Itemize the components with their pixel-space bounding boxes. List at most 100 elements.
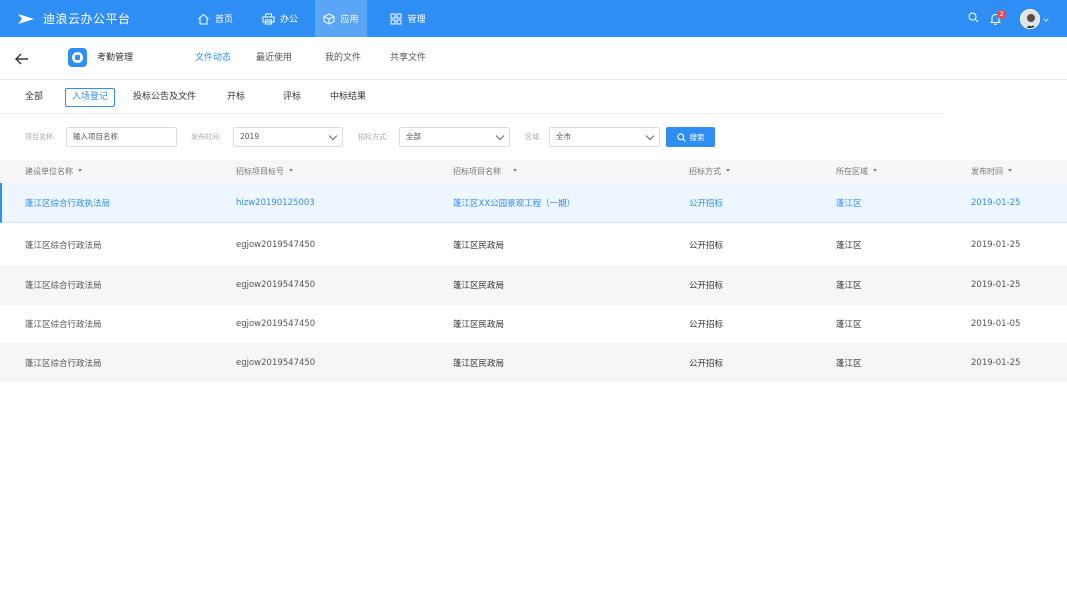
nav-item-manage[interactable]: 管理 (383, 0, 433, 37)
attendance-app-icon (68, 48, 87, 67)
column-header-bid-method[interactable]: 招标方式 (689, 160, 730, 183)
category-tab-bid-evaluation[interactable]: 评标 (283, 88, 301, 107)
brand[interactable]: 迪浪云办公平台 (17, 0, 131, 37)
cell-unit: 蓬江区综合行政执法局 (25, 198, 111, 209)
cell-publish-time: 2019-01-25 (971, 197, 1021, 208)
chevron-down-icon[interactable] (1043, 16, 1049, 22)
tab-shared-files[interactable]: 共享文件 (390, 37, 426, 80)
cell-project-name: 蓬江区民政局 (453, 281, 505, 291)
table-row[interactable]: 蓬江区综合行政法局 egjow2019547450 蓬江区民政局 公开招标 蓬江… (0, 305, 1067, 343)
chevron-down-icon (645, 131, 655, 141)
cell-unit: 蓬江区综合行政法局 (25, 320, 102, 330)
cell-publish-time: 2019-01-25 (971, 239, 1021, 250)
cell-region: 蓬江区 (836, 240, 862, 251)
cell-region: 蓬江区 (836, 358, 862, 369)
nav-item-label: 办公 (279, 15, 298, 25)
cell-unit: 蓬江区综合行政法局 (25, 240, 102, 251)
column-header-region[interactable]: 所在区域 (836, 160, 877, 183)
publish-time-value: 2019 (240, 132, 260, 141)
back-arrow-icon[interactable] (14, 51, 30, 67)
category-tabs: 全部 入场登记 投标公告及文件 开标 评标 中标结果 (0, 80, 942, 114)
cell-project-name: 蓬江区民政局 (453, 358, 505, 369)
project-name-label: 项目名称: (25, 133, 56, 141)
nav-item-home[interactable]: 首页 (190, 0, 240, 37)
tab-recent[interactable]: 最近使用 (256, 37, 292, 80)
cell-project-name: 蓬江区民政局 (453, 320, 505, 330)
publish-time-label: 发布时间: (191, 133, 222, 141)
cell-bid-method: 公开招标 (689, 281, 724, 291)
cell-region: 蓬江区 (836, 281, 862, 291)
cell-region: 蓬江区 (836, 198, 862, 209)
cell-project-no: egjow2019547450 (236, 239, 316, 250)
app-header: 考勤管理 文件动态 最近使用 我的文件 共享文件 (0, 37, 1067, 80)
bid-method-select[interactable]: 全部 (399, 127, 510, 147)
sort-caret-icon (1008, 169, 1012, 172)
category-tab-entry-registration[interactable]: 入场登记 (65, 88, 116, 107)
printer-icon (262, 13, 275, 24)
cell-bid-method: 公开招标 (689, 240, 724, 251)
region-value: 全市 (556, 132, 571, 141)
column-header-publish-time[interactable]: 发布时间 (971, 160, 1012, 183)
tab-file-activity[interactable]: 文件动态 (195, 37, 231, 80)
sort-caret-icon (78, 169, 82, 172)
bid-method-label: 招标方式: (358, 133, 389, 141)
sort-caret-icon (726, 169, 730, 172)
paper-plane-logo-icon (18, 13, 34, 24)
cube-icon (323, 12, 335, 25)
nav-item-office[interactable]: 办公 (255, 0, 305, 37)
nav-item-apps[interactable]: 应用 (315, 0, 367, 37)
category-tab-all[interactable]: 全部 (25, 88, 43, 107)
table-row[interactable]: 蓬江区综合行政法局 egjow2019547450 蓬江区民政局 公开招标 蓬江… (0, 224, 1067, 265)
publish-time-select[interactable]: 2019 (233, 127, 343, 147)
avatar[interactable] (1020, 9, 1040, 29)
grid-icon (390, 13, 402, 24)
cell-project-no: hizw20190125003 (236, 197, 315, 208)
home-icon (198, 13, 209, 24)
bid-method-value: 全部 (406, 132, 421, 141)
table-row[interactable]: 蓬江区综合行政执法局 hizw20190125003 蓬江区XX公园景观工程（一… (0, 183, 1067, 223)
cell-project-name: 蓬江区民政局 (453, 240, 505, 251)
user-avatar-icon (1021, 10, 1039, 28)
column-header-unit[interactable]: 建设单位名称 (25, 160, 82, 183)
tab-my-files[interactable]: 我的文件 (325, 37, 361, 80)
notification-badge: 2 (997, 10, 1006, 19)
app-name: 考勤管理 (97, 53, 134, 63)
nav-item-label: 应用 (340, 15, 359, 25)
nav-item-label: 管理 (407, 15, 426, 25)
search-icon (676, 132, 686, 142)
table-row[interactable]: 蓬江区综合行政法局 egjow2019547450 蓬江区民政局 公开招标 蓬江… (0, 265, 1067, 305)
top-navigation-bar: 迪浪云办公平台 首页 办公 应用 管理 2 (0, 0, 1067, 37)
cell-bid-method: 公开招标 (689, 358, 724, 369)
nav-item-label: 首页 (214, 15, 233, 25)
cell-unit: 蓬江区综合行政法局 (25, 358, 102, 369)
cell-project-no: egjow2019547450 (236, 319, 316, 329)
cell-unit: 蓬江区综合行政法局 (25, 281, 102, 291)
sort-caret-icon (513, 169, 517, 172)
chevron-down-icon (495, 131, 505, 141)
cell-bid-method: 公开招标 (689, 320, 724, 330)
cell-project-no: egjow2019547450 (236, 280, 316, 290)
brand-title: 迪浪云办公平台 (43, 12, 131, 26)
region-label: 区域: (525, 133, 542, 141)
cell-publish-time: 2019-01-05 (971, 319, 1021, 329)
category-tab-award-result[interactable]: 中标结果 (330, 88, 366, 107)
cell-project-name: 蓬江区XX公园景观工程（一期） (453, 198, 576, 209)
category-tab-bid-notice[interactable]: 投标公告及文件 (133, 88, 196, 107)
table-header: 建设单位名称 招标项目标号 招标项目名称 招标方式 所在区域 发布时间 (0, 160, 1067, 183)
cell-bid-method: 公开招标 (689, 198, 724, 209)
cell-region: 蓬江区 (836, 320, 862, 330)
cell-publish-time: 2019-01-25 (971, 357, 1021, 368)
cell-publish-time: 2019-01-25 (971, 280, 1021, 290)
column-header-project-no[interactable]: 招标项目标号 (236, 160, 293, 183)
search-button[interactable]: 搜索 (666, 127, 715, 147)
search-icon[interactable] (968, 12, 979, 23)
project-name-input[interactable]: 输入项目名称 (66, 127, 177, 147)
category-tab-bid-opening[interactable]: 开标 (227, 88, 245, 107)
cell-project-no: egjow2019547450 (236, 357, 316, 368)
sort-caret-icon (873, 169, 877, 172)
column-header-project-name[interactable]: 招标项目名称 (453, 160, 517, 183)
region-select[interactable]: 全市 (549, 127, 660, 147)
sort-caret-icon (289, 169, 293, 172)
chevron-down-icon (328, 131, 338, 141)
table-row[interactable]: 蓬江区综合行政法局 egjow2019547450 蓬江区民政局 公开招标 蓬江… (0, 343, 1067, 382)
